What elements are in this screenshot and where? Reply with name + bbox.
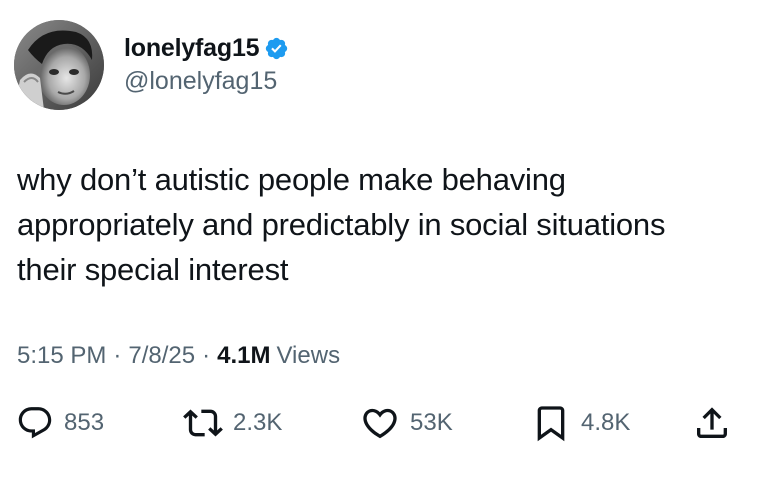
- like-icon: [363, 408, 397, 439]
- views-count[interactable]: 4.1M: [217, 340, 270, 372]
- tweet-time[interactable]: 5:15 PM: [17, 340, 106, 372]
- meta-separator: ·: [113, 342, 122, 369]
- like-count: 53K: [410, 409, 453, 436]
- reply-button[interactable]: 853: [16, 403, 104, 443]
- display-name[interactable]: lonelyfag15: [124, 33, 260, 63]
- retweet-button[interactable]: 2.3K: [183, 403, 282, 443]
- share-icon: [697, 407, 727, 438]
- tweet-meta: 5:15 PM · 7/8/25 · 4.1M Views: [17, 340, 340, 372]
- tweet-card: lonelyfag15 @lonelyfag15 why don’t autis…: [0, 0, 760, 484]
- action-bar: 853 2.3K 53K 4.8K: [16, 403, 746, 443]
- bookmark-icon: [537, 406, 565, 442]
- share-button[interactable]: [692, 403, 732, 443]
- reply-count: 853: [64, 409, 105, 436]
- reply-icon: [18, 407, 52, 439]
- retweet-icon: [183, 409, 223, 437]
- tweet-header: lonelyfag15 @lonelyfag15: [14, 20, 289, 110]
- avatar-photo: [14, 20, 104, 110]
- retweet-count: 2.3K: [233, 409, 283, 436]
- avatar[interactable]: [14, 20, 104, 110]
- user-names: lonelyfag15 @lonelyfag15: [124, 33, 289, 97]
- tweet-text: why don’t autistic people make behaving …: [17, 162, 666, 287]
- name-row: lonelyfag15: [124, 33, 289, 63]
- tweet-date[interactable]: 7/8/25: [128, 340, 195, 372]
- verified-badge-icon[interactable]: [264, 36, 289, 61]
- bookmark-count: 4.8K: [581, 409, 631, 436]
- views-label: Views: [276, 342, 341, 369]
- user-handle[interactable]: @lonelyfag15: [124, 65, 289, 97]
- bookmark-button[interactable]: 4.8K: [531, 403, 630, 443]
- meta-separator: ·: [202, 342, 211, 369]
- like-button[interactable]: 53K: [360, 403, 453, 443]
